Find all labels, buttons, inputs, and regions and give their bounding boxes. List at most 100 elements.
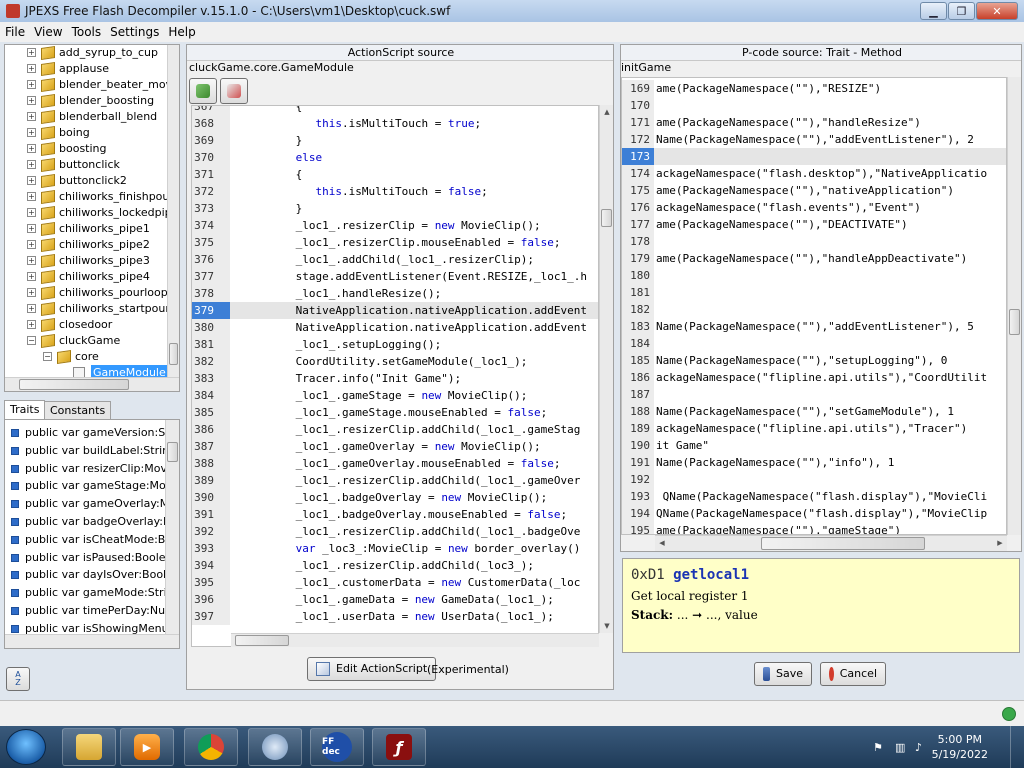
code-text: _loc1_.badgeOverlay = new MovieClip(); (236, 491, 548, 504)
menu-settings[interactable]: Settings (106, 25, 163, 39)
expand-toggle-icon[interactable]: + (27, 80, 36, 89)
expand-toggle-icon[interactable]: + (27, 176, 36, 185)
expand-toggle-icon[interactable]: + (27, 304, 36, 313)
pcode-scroll-thumb[interactable] (1009, 309, 1020, 335)
show-desktop-button[interactable] (1010, 726, 1024, 768)
volume-icon[interactable]: ♪ (915, 741, 928, 754)
decompile-button[interactable] (189, 78, 217, 104)
expand-toggle-icon[interactable]: + (27, 240, 36, 249)
pcode-hscroll-thumb[interactable] (761, 537, 925, 550)
opcode-description: Get local register 1 (631, 589, 749, 603)
variable-icon (11, 535, 19, 544)
close-button[interactable]: ✕ (976, 2, 1018, 20)
line-number: 385 (192, 404, 230, 421)
menu-view[interactable]: View (30, 25, 66, 39)
pcode-line: 186 ackageNamespace("flipline.api.utils")… (622, 369, 1006, 386)
pcode-vertical-scrollbar[interactable] (1007, 77, 1021, 535)
trait-item[interactable]: public var gameVersion:String (11, 424, 179, 441)
code-scroll-thumb[interactable] (601, 209, 612, 227)
traits-scroll-thumb[interactable] (167, 442, 178, 462)
taskbar-clock[interactable]: 5:00 PM 5/19/2022 (932, 732, 988, 762)
edit-actionscript-button[interactable]: Edit ActionScript (307, 657, 437, 681)
trait-item[interactable]: public var isCheatMode:Boolean (11, 531, 179, 548)
scroll-down-arrow[interactable]: ▼ (600, 619, 613, 633)
variable-icon (11, 464, 19, 473)
expand-toggle-icon[interactable]: + (27, 160, 36, 169)
expand-toggle-icon[interactable]: + (27, 272, 36, 281)
hscroll-left-arrow[interactable]: ◀ (655, 536, 669, 550)
trait-label: public var timePerDay:Number (25, 604, 180, 617)
expand-toggle-icon[interactable]: + (27, 96, 36, 105)
expand-toggle-icon[interactable]: + (27, 320, 36, 329)
ffdec-icon: FF dec (322, 732, 352, 762)
menu-help[interactable]: Help (164, 25, 199, 39)
taskbar-explorer[interactable] (62, 728, 116, 766)
action-center-icon[interactable]: ⚑ (873, 741, 886, 754)
sort-button[interactable]: A Z (6, 667, 30, 691)
trait-item[interactable]: public var badgeOverlay:MovieClip (11, 513, 179, 530)
trait-item[interactable]: public var gameMode:String (11, 584, 179, 601)
cancel-button[interactable]: Cancel (820, 662, 886, 686)
taskbar-ffdec[interactable]: FF dec (310, 728, 364, 766)
actionscript-editor[interactable]: 367 {368 this.isMultiTouch = true; 369 } 3… (191, 105, 599, 647)
code-vertical-scrollbar[interactable]: ▲ ▼ (599, 105, 613, 633)
menu-file[interactable]: File (1, 25, 29, 39)
trait-label: public var isShowingMenu:Boolean (25, 621, 180, 635)
pcode-editor[interactable]: 169 ame(PackageNamespace(""),"RESIZE") 170… (621, 77, 1007, 535)
expand-toggle-icon[interactable]: + (27, 144, 36, 153)
trait-item[interactable]: public var buildLabel:String (11, 442, 176, 459)
traits-horizontal-scrollbar[interactable] (5, 634, 179, 648)
trait-item[interactable]: public var resizerClip:MovieClip (11, 460, 179, 477)
deobfuscate-button[interactable] (220, 78, 248, 104)
taskbar-flash-player[interactable]: ƒ (372, 728, 426, 766)
tree-item-label: blender_boosting (59, 94, 155, 107)
hscroll-right-arrow[interactable]: ▶ (993, 536, 1007, 550)
expand-toggle-icon[interactable]: + (27, 64, 36, 73)
traits-vertical-scrollbar[interactable] (165, 420, 179, 636)
expand-toggle-icon[interactable]: + (27, 192, 36, 201)
tab-traits[interactable]: Traits (4, 400, 46, 420)
package-icon (41, 94, 55, 108)
code-horizontal-scrollbar[interactable] (231, 633, 599, 647)
start-button[interactable] (6, 729, 46, 765)
menu-tools[interactable]: Tools (68, 25, 106, 39)
taskbar-media-player[interactable]: ▶ (120, 728, 174, 766)
scroll-up-arrow[interactable]: ▲ (600, 105, 613, 119)
pcode-text: ackageNamespace("flipline.api.utils"),"T… (656, 422, 968, 435)
expand-toggle-icon[interactable]: + (27, 128, 36, 137)
network-icon[interactable]: ▥ (895, 741, 908, 754)
expand-toggle-icon[interactable]: + (27, 112, 36, 121)
tab-constants[interactable]: Constants (44, 401, 112, 420)
expand-toggle-icon[interactable]: + (27, 288, 36, 297)
tree-horizontal-scrollbar[interactable] (5, 377, 179, 391)
taskbar-chrome[interactable] (184, 728, 238, 766)
expand-toggle-icon[interactable]: + (27, 48, 36, 57)
expand-toggle-icon[interactable]: + (27, 208, 36, 217)
code-text: _loc1_.gameStage = new MovieClip(); (236, 389, 528, 402)
save-button[interactable]: Save (754, 662, 812, 686)
tree-vertical-scrollbar[interactable] (167, 45, 179, 377)
maximize-button[interactable]: ❐ (948, 2, 975, 20)
expand-toggle-icon[interactable]: + (27, 224, 36, 233)
tree-scroll-thumb[interactable] (169, 343, 178, 365)
code-hscroll-thumb[interactable] (235, 635, 289, 646)
trait-item[interactable]: public var dayIsOver:Boolean (11, 566, 179, 583)
pcode-text: Name(PackageNamespace(""),"info"), 1 (656, 456, 895, 469)
trait-item[interactable]: public var isPaused:Boolean (11, 549, 179, 566)
code-line: 379 NativeApplication.nativeApplication.… (192, 302, 598, 319)
trait-item[interactable]: public var gameStage:MovieClip (11, 477, 179, 494)
pcode-horizontal-scrollbar[interactable]: ◀ ▶ (655, 535, 1007, 551)
minimize-button[interactable]: ▁ (920, 2, 947, 20)
code-text: NativeApplication.nativeApplication.addE… (236, 304, 587, 317)
tree-hscroll-thumb[interactable] (19, 379, 129, 390)
line-number: 378 (192, 285, 230, 302)
taskbar-installer[interactable] (248, 728, 302, 766)
trait-item[interactable]: public var timePerDay:Number (11, 602, 180, 619)
code-text: _loc1_.gameOverlay = new MovieClip(); (236, 440, 541, 453)
tree-item-label: boosting (59, 142, 107, 155)
expand-toggle-icon[interactable]: + (27, 256, 36, 265)
expand-toggle-icon[interactable]: − (27, 336, 36, 345)
line-number: 171 (622, 114, 654, 131)
trait-item[interactable]: public var gameOverlay:MovieClip (11, 495, 179, 512)
expand-toggle-icon[interactable]: − (43, 352, 52, 361)
